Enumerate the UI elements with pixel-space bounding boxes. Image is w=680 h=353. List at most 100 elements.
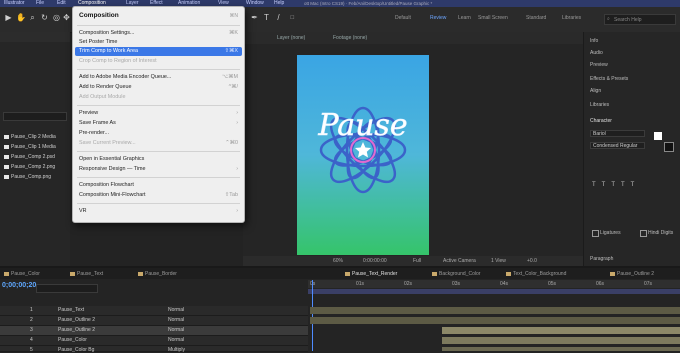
- search-help-placeholder: Search Help: [614, 17, 642, 23]
- workspace-standard[interactable]: Standard: [526, 15, 546, 21]
- layer-duration-bar[interactable]: [442, 327, 680, 334]
- project-panel: Pause_Clip 2 Media Pause_Clip 1 Media Pa…: [0, 32, 70, 266]
- timeline-panel: Pause_Color Pause_Text Pause_Border Paus…: [0, 266, 680, 353]
- menu-item-vr[interactable]: VR ›: [79, 207, 238, 216]
- timeline-search-input[interactable]: [36, 284, 98, 293]
- brush-tool-icon[interactable]: /: [274, 13, 283, 22]
- timeline-tab[interactable]: Pause_Color: [4, 271, 40, 277]
- current-time-readout[interactable]: 0:00:00:00: [363, 258, 387, 264]
- project-item[interactable]: Pause_Comp 2.psd: [4, 154, 55, 160]
- menu-edit[interactable]: Edit: [57, 0, 66, 7]
- text-style-buttons[interactable]: TTTTT: [592, 182, 640, 188]
- layer-row[interactable]: 2 Pause_Outline 2 Normal: [0, 316, 308, 326]
- layer-row[interactable]: 4 Pause_Color Normal: [0, 336, 308, 346]
- menu-item-add-output-module[interactable]: Add Output Module: [79, 93, 238, 102]
- panel-libraries[interactable]: Libraries: [590, 102, 609, 108]
- workspace-libraries[interactable]: Libraries: [562, 15, 581, 21]
- camera-tool-icon[interactable]: ◎: [52, 13, 61, 22]
- search-help-input[interactable]: ⌕ Search Help: [604, 14, 676, 25]
- panel-character[interactable]: Character: [590, 118, 612, 124]
- menu-item-preview[interactable]: Preview ›: [79, 109, 238, 118]
- hindi-digits-checkbox[interactable]: [640, 230, 647, 237]
- panel-audio[interactable]: Audio: [590, 50, 603, 56]
- layer-duration-bar[interactable]: [442, 337, 680, 344]
- panel-preview[interactable]: Preview: [590, 62, 608, 68]
- panel-align[interactable]: Align: [590, 88, 601, 94]
- composition-menu-title: Composition: [79, 12, 119, 19]
- resolution-select[interactable]: Full: [413, 258, 421, 264]
- menu-help[interactable]: Help: [274, 0, 284, 7]
- workspace-review[interactable]: Review: [430, 15, 446, 21]
- camera-select[interactable]: Active Camera: [443, 258, 476, 264]
- window-title: ott Mac (Intro CS19) · Feb/Ani/Desktop/U…: [304, 1, 433, 6]
- timeline-tab[interactable]: Text_Color_Background: [506, 271, 566, 277]
- tab-footage[interactable]: Footage (none): [333, 35, 367, 41]
- menu-separator: [77, 177, 240, 178]
- menu-item-save-frame-as[interactable]: Save Frame As ›: [79, 119, 238, 128]
- timeline-tab[interactable]: Background_Color: [432, 271, 480, 277]
- timeline-tab[interactable]: Pause_Border: [138, 271, 177, 277]
- menu-item-mini-flowchart[interactable]: Composition Mini-Flowchart ⇧Tab: [79, 191, 238, 200]
- menu-item-composition-settings[interactable]: Composition Settings... ⌘K: [79, 29, 238, 38]
- menu-item-responsive-design[interactable]: Responsive Design — Time ›: [79, 165, 238, 174]
- font-style-select[interactable]: Condensed Regular: [590, 142, 645, 149]
- workspace-small-screen[interactable]: Small Screen: [478, 15, 508, 21]
- layer-row[interactable]: 1 Pause_Text Normal: [0, 306, 308, 316]
- menu-title-shortcut: ⌘N: [229, 13, 238, 19]
- project-search-input[interactable]: [3, 112, 67, 121]
- tab-layer[interactable]: Layer (none): [277, 35, 305, 41]
- layer-row-selected[interactable]: 3 Pause_Outline 2 Normal: [0, 326, 308, 336]
- timeline-tab[interactable]: Pause_Text: [70, 271, 103, 277]
- workspace-learn[interactable]: Learn: [458, 15, 471, 21]
- project-item[interactable]: Pause_Clip 1 Media: [4, 144, 56, 150]
- project-item[interactable]: Pause_Comp 2.png: [4, 164, 55, 170]
- menu-item-trim-comp[interactable]: Trim Comp to Work Area ⇧⌘X: [75, 47, 242, 56]
- panel-paragraph[interactable]: Paragraph: [590, 256, 613, 262]
- composition-tabs: Layer (none) Footage (none): [243, 32, 583, 44]
- menu-item-add-render-queue[interactable]: Add to Render Queue ^⌘/: [79, 83, 238, 92]
- zoom-tool-icon[interactable]: ⌕: [28, 13, 37, 22]
- rotate-tool-icon[interactable]: ↻: [40, 13, 49, 22]
- selection-tool-icon[interactable]: ▶: [4, 13, 13, 22]
- fill-color-swatch[interactable]: [654, 132, 662, 140]
- menu-file[interactable]: File: [36, 0, 44, 7]
- menu-item-pre-render[interactable]: Pre-render...: [79, 129, 238, 138]
- layer-duration-bar[interactable]: [310, 317, 680, 324]
- ligatures-label: Ligatures: [600, 230, 621, 236]
- menu-separator: [77, 151, 240, 152]
- menu-item-crop-comp[interactable]: Crop Comp to Region of Interest: [79, 57, 238, 66]
- menu-item-add-media-encoder[interactable]: Add to Adobe Media Encoder Queue... ⌥⌘M: [79, 73, 238, 82]
- ligatures-checkbox[interactable]: [592, 230, 599, 237]
- panel-info[interactable]: Info: [590, 38, 598, 44]
- work-area-bar[interactable]: [308, 289, 680, 294]
- playhead[interactable]: [312, 280, 313, 351]
- timeline-tab[interactable]: Pause_Outline 2: [610, 271, 654, 277]
- menu-item-save-current-preview[interactable]: Save Current Preview... ⌃⌘0: [79, 139, 238, 148]
- menu-window[interactable]: Window: [246, 0, 264, 7]
- workspace-default[interactable]: Default: [395, 15, 411, 21]
- view-layout-select[interactable]: 1 View: [491, 258, 506, 264]
- exposure-value[interactable]: +0.0: [527, 258, 537, 264]
- layer-duration-bar[interactable]: [442, 347, 680, 351]
- menu-item-set-poster-time[interactable]: Set Poster Time: [79, 38, 238, 47]
- pan-tool-icon[interactable]: ✥: [62, 13, 71, 22]
- zoom-level[interactable]: 60%: [333, 258, 343, 264]
- stroke-color-swatch[interactable]: [664, 142, 674, 152]
- file-icon: [4, 154, 9, 159]
- project-item[interactable]: Pause_Comp.png: [4, 174, 51, 180]
- composition-artwork[interactable]: Pause: [297, 55, 429, 255]
- hand-tool-icon[interactable]: ✋: [16, 13, 26, 22]
- project-item[interactable]: Pause_Clip 2 Media: [4, 134, 56, 140]
- layer-row[interactable]: 5 Pause_Color Bg Multiply: [0, 346, 308, 353]
- menu-illustrator[interactable]: Illustrator: [4, 0, 25, 7]
- timeline-timecode[interactable]: 0;00;00;20: [2, 282, 36, 289]
- time-ruler[interactable]: 0s 01s 02s 03s 04s 05s 06s 07s: [308, 280, 680, 288]
- panel-effects-presets[interactable]: Effects & Presets: [590, 76, 628, 82]
- layer-duration-bar[interactable]: [310, 307, 680, 314]
- menu-item-essential-graphics[interactable]: Open in Essential Graphics: [79, 155, 238, 164]
- font-family-select[interactable]: Bariol: [590, 130, 645, 137]
- timeline-tab-active[interactable]: Pause_Text_Render: [345, 271, 397, 277]
- pen-tool-icon[interactable]: ✒: [250, 13, 259, 22]
- type-tool-icon[interactable]: T: [262, 13, 271, 22]
- menu-item-composition-flowchart[interactable]: Composition Flowchart: [79, 181, 238, 190]
